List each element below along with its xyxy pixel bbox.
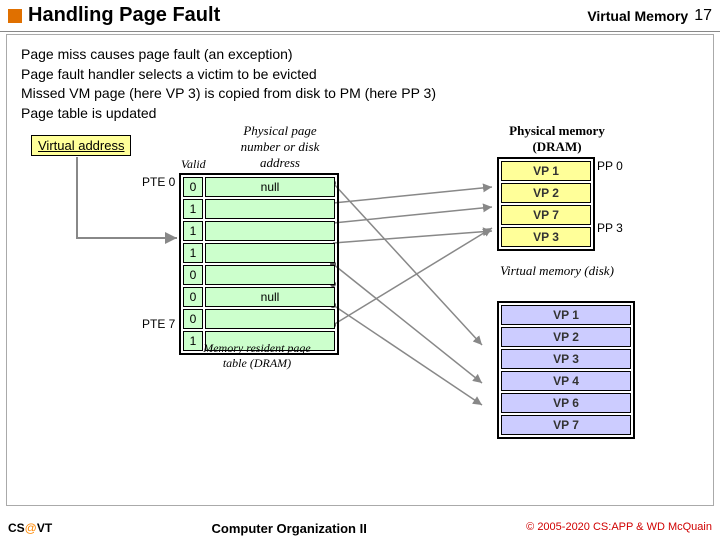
bullet-1: Page miss causes page fault (an exceptio… [21, 45, 699, 65]
virtual-address-box: Virtual address [31, 135, 131, 156]
pt-valid-5: 0 [183, 287, 203, 307]
pm-2: VP 7 [501, 205, 591, 225]
topic-label: Virtual Memory [587, 8, 688, 24]
pt-addr-1 [205, 199, 335, 219]
vm-3: VP 4 [501, 371, 631, 391]
pt-addr-6 [205, 309, 335, 329]
footer-left: CS@VT [8, 521, 52, 536]
pt-valid-0: 0 [183, 177, 203, 197]
page-table: 0null 1 1 1 0 0null 0 1 [179, 173, 339, 355]
mrpt-label: Memory resident page table (DRAM) [197, 341, 317, 371]
footer-right: © 2005-2020 CS:APP & WD McQuain [526, 521, 712, 536]
slide-title: Handling Page Fault [28, 4, 587, 27]
pt-valid-3: 1 [183, 243, 203, 263]
pt-valid-6: 0 [183, 309, 203, 329]
orange-square-icon [8, 9, 22, 23]
pm-0: VP 1 [501, 161, 591, 181]
pt-addr-3 [205, 243, 335, 263]
vm-2: VP 3 [501, 349, 631, 369]
bullet-3: Missed VM page (here VP 3) is copied fro… [21, 84, 699, 104]
vm-1: VP 2 [501, 327, 631, 347]
physical-memory: VP 1 VP 2 VP 7 VP 3 [497, 157, 595, 251]
pt-valid-4: 0 [183, 265, 203, 285]
diagram-area: Virtual address Physical page number or … [7, 123, 713, 473]
pt-valid-1: 1 [183, 199, 203, 219]
pt-addr-4 [205, 265, 335, 285]
physical-memory-label: Physical memory (DRAM) [497, 123, 617, 155]
pt-valid-2: 1 [183, 221, 203, 241]
vm-0: VP 1 [501, 305, 631, 325]
pt-addr-5: null [205, 287, 335, 307]
pm-1: VP 2 [501, 183, 591, 203]
pt-col-header: Physical page number or disk address [225, 123, 335, 171]
pp3-label: PP 3 [597, 221, 623, 235]
virtual-memory-disk: VP 1 VP 2 VP 3 VP 4 VP 6 VP 7 [497, 301, 635, 439]
vm-5: VP 7 [501, 415, 631, 435]
footer-center: Computer Organization II [212, 521, 367, 536]
bullet-2: Page fault handler selects a victim to b… [21, 65, 699, 85]
pm-3: VP 3 [501, 227, 591, 247]
valid-label: Valid [181, 157, 206, 172]
bullet-4: Page table is updated [21, 104, 699, 124]
vm-4: VP 6 [501, 393, 631, 413]
virtual-memory-label: Virtual memory (disk) [497, 263, 617, 279]
pte7-label: PTE 7 [142, 317, 175, 331]
page-number: 17 [694, 7, 712, 25]
pt-addr-0: null [205, 177, 335, 197]
pte0-label: PTE 0 [142, 175, 175, 189]
content-frame: Page miss causes page fault (an exceptio… [6, 34, 714, 506]
pt-addr-2 [205, 221, 335, 241]
pp0-label: PP 0 [597, 159, 623, 173]
